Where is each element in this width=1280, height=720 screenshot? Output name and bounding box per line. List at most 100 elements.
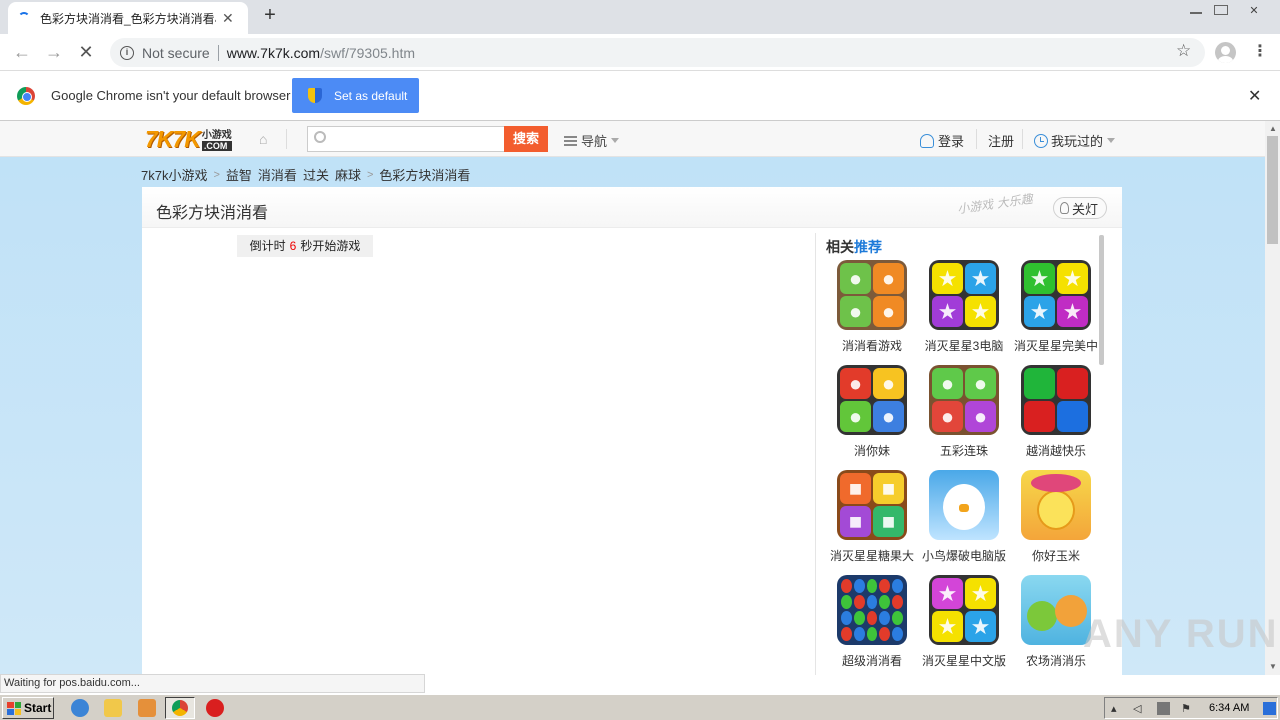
- related-game-card[interactable]: 越消越快乐: [1010, 365, 1102, 459]
- status-bubble: Waiting for pos.baidu.com...: [0, 674, 425, 693]
- related-games-sidebar: 相关推荐 ● ● ● ● 消消看游戏 ★ ★ ★ ★ 消灭星星3电脑 ★ ★ ★ ★ 消: [815, 233, 1104, 675]
- related-game-name: 消灭星星糖果大: [829, 549, 914, 563]
- arrow-right-icon: →: [45, 41, 63, 62]
- address-separator: [217, 44, 219, 61]
- page-scrollbar[interactable]: ▲ ▼: [1265, 121, 1280, 675]
- taskbar-clock[interactable]: 6:34 AM: [1209, 702, 1249, 714]
- info-icon[interactable]: i: [120, 45, 134, 60]
- bird-beak: [959, 504, 969, 512]
- breadcrumb-item[interactable]: 过关: [303, 165, 329, 184]
- url-path: /swf/79305.htm: [320, 44, 415, 61]
- ie-icon[interactable]: [71, 699, 89, 717]
- site-search-button[interactable]: 搜索: [504, 126, 548, 152]
- related-game-card[interactable]: ● ● ● ● 消消看游戏: [826, 260, 918, 354]
- related-game-card[interactable]: 小鸟爆破电脑版: [918, 470, 1010, 564]
- tab-close-icon[interactable]: ✕: [222, 10, 234, 27]
- header-divider: [1022, 129, 1023, 149]
- chrome-logo-icon: [17, 87, 35, 105]
- register-link[interactable]: 注册: [988, 131, 1014, 150]
- lightbulb-icon: [1060, 202, 1069, 214]
- game-panel-header: 色彩方块消消看 小游戏 大乐趣 关灯: [142, 187, 1122, 228]
- lights-off-label: 关灯: [1072, 201, 1099, 217]
- back-button[interactable]: ←: [10, 40, 34, 64]
- close-icon: ✕: [1249, 4, 1259, 17]
- breadcrumb-item[interactable]: 益智: [226, 165, 252, 184]
- related-game-name: 超级消消看: [841, 654, 902, 668]
- related-game-card[interactable]: ● ● ● ● 消你妹: [826, 365, 918, 459]
- browser-tab-active[interactable]: 色彩方块消消看_色彩方块消消看小游戏 ✕: [8, 2, 248, 34]
- watermark: ANY RUN: [1083, 612, 1279, 656]
- network-icon[interactable]: [1157, 702, 1170, 715]
- window-close-button[interactable]: ✕: [1234, 0, 1274, 20]
- game-countdown: 倒计时 6 秒开始游戏: [237, 235, 373, 257]
- breadcrumb-item[interactable]: 消消看: [258, 165, 297, 184]
- login-link[interactable]: 登录: [920, 131, 964, 150]
- scroll-up-icon[interactable]: ▲: [1269, 124, 1277, 133]
- game-thumbnail: [1021, 575, 1091, 645]
- countdown-value: 6: [289, 239, 297, 253]
- chevron-down-icon: [1107, 138, 1116, 143]
- corn-hat: [1031, 474, 1081, 492]
- new-tab-button[interactable]: +: [260, 4, 280, 27]
- profile-avatar-icon[interactable]: [1215, 42, 1236, 63]
- breadcrumb-item[interactable]: 麻球: [335, 165, 361, 184]
- game-thumbnail: ★ ★ ★ ★: [929, 575, 999, 645]
- browser-titlebar: 色彩方块消消看_色彩方块消消看小游戏 ✕ + ✕: [0, 0, 1280, 34]
- breadcrumb-current: 色彩方块消消看: [379, 168, 471, 183]
- set-default-button[interactable]: Set as default: [292, 78, 419, 113]
- related-game-card[interactable]: ★ ★ ★ ★ 消灭星星中文版: [918, 575, 1010, 669]
- start-button[interactable]: Start: [2, 697, 54, 719]
- browser-menu-icon[interactable]: ⋮: [1252, 41, 1268, 61]
- home-icon[interactable]: ⌂: [259, 131, 275, 147]
- folder-icon[interactable]: [104, 699, 122, 717]
- related-game-card[interactable]: ★ ★ ★ ★ 消灭星星3电脑: [918, 260, 1010, 354]
- related-game-card[interactable]: ● ● ● ● 五彩连珠: [918, 365, 1010, 459]
- game-thumbnail: ● ● ● ●: [837, 365, 907, 435]
- breadcrumb-item[interactable]: 7k7k小游戏: [141, 165, 207, 184]
- forward-button[interactable]: →: [42, 40, 66, 64]
- url-host: www.7k7k.com: [226, 44, 321, 61]
- played-games-dropdown[interactable]: 我玩过的: [1034, 131, 1116, 150]
- taskbar-chrome-active[interactable]: [165, 697, 195, 719]
- game-thumbnail: [837, 575, 907, 645]
- related-title-highlight: 推荐: [854, 239, 882, 255]
- nav-menu-dropdown[interactable]: 导航: [564, 131, 620, 150]
- flag-icon[interactable]: ⚑: [1181, 702, 1194, 715]
- scrollbar-thumb[interactable]: [1267, 136, 1278, 244]
- stop-button[interactable]: ✕: [74, 40, 98, 64]
- site-logo[interactable]: 7K7K 小游戏 .COM: [145, 127, 232, 151]
- chrome-icon: [172, 700, 188, 716]
- minimize-icon: [1189, 11, 1202, 14]
- site-header: 7K7K 小游戏 .COM ⌂ 搜索 导航 登录 注册 我玩过的: [0, 121, 1265, 157]
- related-game-card[interactable]: 你好玉米: [1010, 470, 1102, 564]
- lights-off-button[interactable]: 关灯: [1053, 197, 1107, 219]
- window-minimize-button[interactable]: [1183, 0, 1208, 20]
- game-thumbnail: ★ ★ ★ ★: [929, 260, 999, 330]
- volume-icon[interactable]: ◁: [1133, 702, 1146, 715]
- tab-title: 色彩方块消消看_色彩方块消消看小游戏: [40, 11, 216, 26]
- related-game-name: 小鸟爆破电脑版: [921, 549, 1006, 563]
- related-game-name: 五彩连珠: [939, 444, 988, 458]
- related-game-name: 消灭星星完美中: [1013, 339, 1098, 353]
- countdown-suffix: 秒开始游戏: [300, 239, 361, 253]
- related-game-card[interactable]: ★ ★ ★ ★ 消灭星星完美中: [1010, 260, 1102, 354]
- related-game-card[interactable]: ■ ■ ■ ■ 消灭星星糖果大: [826, 470, 918, 564]
- scroll-down-icon[interactable]: ▼: [1269, 662, 1277, 671]
- security-app-icon[interactable]: [206, 699, 224, 717]
- related-game-card[interactable]: 超级消消看: [826, 575, 918, 669]
- arrow-left-icon: ←: [13, 41, 31, 62]
- show-desktop-icon[interactable]: [1263, 702, 1276, 715]
- infobar-close-icon[interactable]: ✕: [1248, 86, 1261, 106]
- loading-spinner-icon: [18, 12, 30, 24]
- bookmark-star-icon[interactable]: ☆: [1176, 41, 1191, 61]
- fruit-shape: [1027, 601, 1057, 631]
- window-restore-button[interactable]: [1209, 0, 1233, 20]
- media-player-icon[interactable]: [138, 699, 156, 717]
- address-bar[interactable]: i Not secure www.7k7k.com/swf/79305.htm: [110, 38, 1205, 67]
- related-game-name: 消灭星星3电脑: [924, 339, 1004, 353]
- page-title: 色彩方块消消看: [156, 205, 269, 222]
- nav-label: 导航: [581, 134, 608, 149]
- site-search-input[interactable]: [307, 126, 504, 152]
- tray-expand-icon[interactable]: ▴: [1111, 702, 1124, 715]
- logo-com: .COM: [201, 141, 232, 151]
